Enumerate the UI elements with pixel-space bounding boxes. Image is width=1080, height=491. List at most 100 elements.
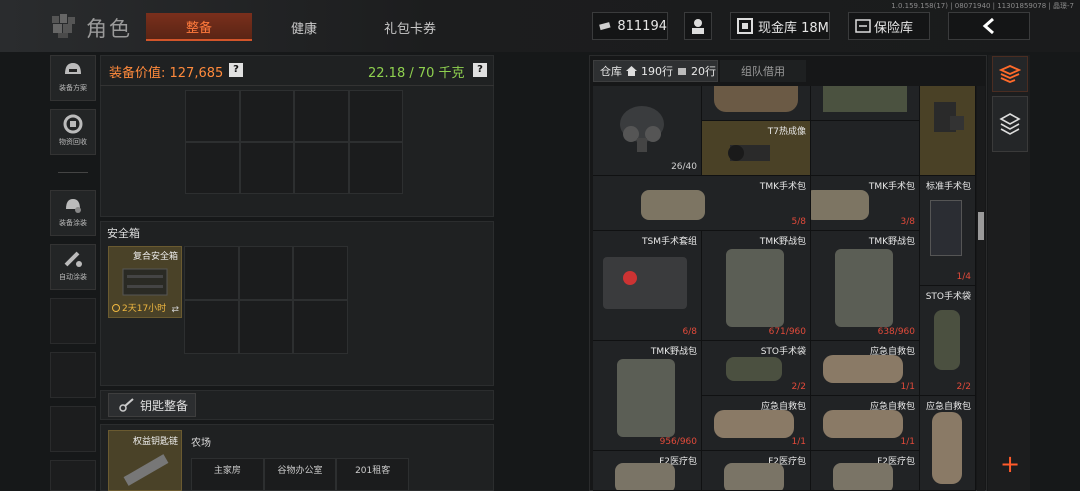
warehouse-scrollbar-track[interactable]: [977, 86, 985, 491]
emergency-kit-item[interactable]: 应急自救包 1/1: [702, 396, 811, 451]
sidebar-label: 装备方案: [59, 84, 87, 92]
grid-cell[interactable]: [238, 246, 294, 300]
camo-item[interactable]: [811, 86, 920, 121]
tmk-surgical-kit-item[interactable]: TMK手术包 3/8: [811, 176, 920, 231]
item-name: TMK手术包: [868, 182, 915, 192]
emergency-kit-icon: [823, 355, 903, 383]
key-chain-item[interactable]: 权益钥匙链: [108, 430, 182, 491]
swap-icon[interactable]: ⇄: [171, 305, 179, 315]
organize-button[interactable]: [992, 96, 1028, 152]
thermal-scope-icon: [728, 145, 770, 161]
trader-button[interactable]: [684, 12, 712, 40]
medkit-icon: [615, 463, 675, 490]
tab-health[interactable]: 健康: [254, 13, 354, 41]
crate-icon: [678, 68, 686, 75]
grid-cell[interactable]: [348, 90, 403, 142]
timer-text: 2天17小时: [122, 304, 167, 314]
grid-cell[interactable]: [185, 90, 240, 142]
weight-help-icon[interactable]: ?: [473, 63, 487, 77]
tab-label: 整备: [185, 20, 212, 36]
item-count: 3/8: [900, 217, 915, 227]
item-count: 638/960: [877, 327, 915, 337]
grid-cell[interactable]: [239, 142, 294, 194]
f2-medkit-item[interactable]: F2医疗包: [593, 451, 702, 491]
insurance-icon: [855, 19, 871, 33]
item-count: 2/2: [791, 382, 806, 392]
key-area-label: 农场: [191, 438, 211, 449]
grid-cell[interactable]: [293, 246, 348, 300]
key-slot[interactable]: 主家房: [191, 458, 264, 491]
bag-item[interactable]: [702, 86, 811, 121]
version-text: 1.0.159.158(17) | 08071940 | 11301859078…: [891, 2, 1074, 10]
auto-paint-button[interactable]: 自动涂装: [50, 244, 96, 290]
sort-button[interactable]: [992, 56, 1028, 92]
grid-cell[interactable]: [239, 90, 294, 142]
f2-medkit-item[interactable]: F2医疗包: [811, 451, 920, 491]
value-help-icon[interactable]: ?: [229, 63, 243, 77]
tab-gift-cards[interactable]: 礼包卡券: [356, 13, 464, 41]
warehouse-scrollbar-thumb[interactable]: [978, 212, 984, 240]
gas-mask-item[interactable]: 26/40: [593, 86, 702, 176]
key-slot[interactable]: 谷物办公室: [263, 458, 337, 491]
tmk-field-pack-item[interactable]: TMK野战包 956/960: [593, 341, 702, 451]
surgical-bag-icon: [726, 357, 782, 381]
equipment-plan-button[interactable]: 装备方案: [50, 55, 96, 101]
safebox-grid: [184, 246, 348, 354]
warehouse-tab[interactable]: 仓库 190行 20行: [593, 60, 718, 82]
safebox-item[interactable]: 复合安全箱 2天17小时 ⇄: [108, 246, 182, 318]
safebox-timer: 2天17小时: [112, 301, 166, 314]
key-chain-name: 权益钥匙链: [132, 437, 178, 447]
item-name: TMK野战包: [868, 237, 915, 247]
standard-surgical-kit-item[interactable]: 标准手术包 1/4: [920, 176, 976, 286]
tab-equipment[interactable]: 整备: [146, 13, 252, 41]
warehouse-grid: 26/40 T7热成像 TMK手术包 5/8 TMK手术包 3/8 标准手术包 …: [593, 86, 976, 491]
f2-medkit-item[interactable]: F2医疗包: [702, 451, 811, 491]
item-name: TMK手术包: [759, 182, 806, 192]
bag-icon: [714, 86, 798, 112]
team-borrow-tab[interactable]: 组队借用: [720, 60, 806, 82]
grid-cell[interactable]: [348, 142, 403, 194]
tmk-surgical-kit-item[interactable]: TMK手术包 5/8: [593, 176, 811, 231]
empty-item-slot[interactable]: [811, 121, 920, 176]
tab-label: 健康: [290, 21, 317, 37]
camo-bag-icon: [823, 86, 907, 112]
emergency-kit-item[interactable]: 应急自救包 1/1: [811, 341, 920, 396]
sto-surgical-bag-item[interactable]: STO手术袋 2/2: [702, 341, 811, 396]
tmk-field-pack-item[interactable]: TMK野战包 638/960: [811, 231, 920, 341]
grid-cell[interactable]: [184, 300, 239, 354]
thermal-scope-item[interactable]: T7热成像: [702, 121, 811, 176]
grid-cell[interactable]: [185, 142, 240, 194]
back-button[interactable]: [948, 12, 1030, 40]
divider: [100, 85, 494, 86]
tmk-field-pack-item[interactable]: TMK野战包 671/960: [702, 231, 811, 341]
grid-cell[interactable]: [184, 246, 239, 300]
sidebar-label: 自动涂装: [59, 273, 87, 281]
emergency-kit-item[interactable]: 应急自救包: [920, 396, 976, 491]
key-loadout-button[interactable]: 钥匙整备: [108, 393, 196, 417]
grid-cell[interactable]: [293, 300, 348, 354]
key-slot[interactable]: 201租客: [336, 458, 409, 491]
surgical-bag-icon: [934, 310, 960, 370]
team-tab-label: 组队借用: [741, 65, 785, 78]
night-vision-item[interactable]: [920, 86, 976, 176]
empty-slot: [50, 298, 96, 344]
grid-cell[interactable]: [294, 142, 349, 194]
emergency-kit-icon: [932, 412, 962, 484]
insurance-label: 保险库: [874, 20, 914, 36]
tsm-surgical-set-item[interactable]: TSM手术套组 6/8: [593, 231, 702, 341]
grid-cell[interactable]: [294, 90, 349, 142]
back-arrow-icon: [982, 17, 994, 35]
add-button[interactable]: +: [992, 448, 1028, 480]
key-chain-icon: [123, 454, 169, 486]
item-name: STO手术袋: [925, 292, 971, 302]
sto-surgical-bag-item[interactable]: STO手术袋 2/2: [920, 286, 976, 396]
field-pack-icon: [617, 359, 675, 437]
emergency-kit-item[interactable]: 应急自救包 1/1: [811, 396, 920, 451]
equipment-paint-button[interactable]: 装备涂装: [50, 190, 96, 236]
grid-cell[interactable]: [238, 300, 294, 354]
item-count: 671/960: [768, 327, 806, 337]
item-name: STO手术袋: [760, 347, 806, 357]
cash-vault-button[interactable]: 现金库 18M: [730, 12, 830, 40]
insurance-vault-button[interactable]: 保险库: [848, 12, 930, 40]
recycle-button[interactable]: 物资回收: [50, 109, 96, 155]
